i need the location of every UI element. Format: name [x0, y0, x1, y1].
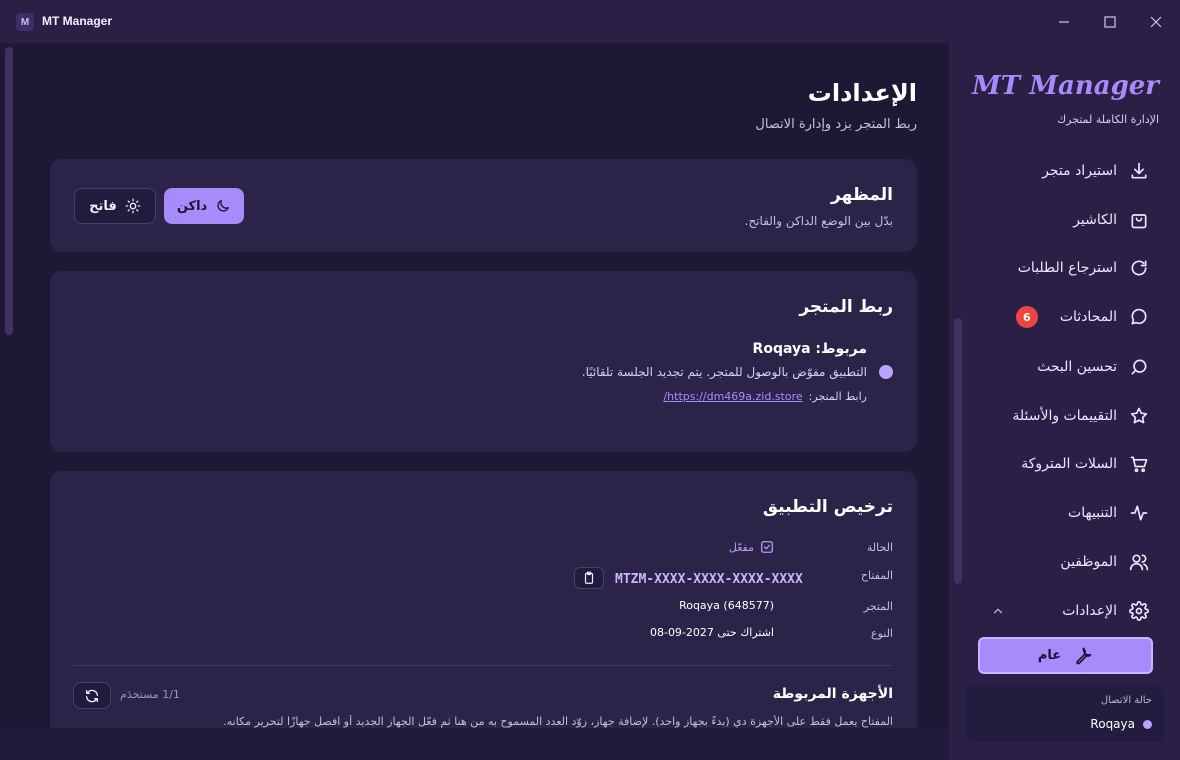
- devices-note: المفتاح يعمل فقط على الأجهزة دي (بدءً بج…: [223, 715, 893, 728]
- light-mode-label: فاتح: [89, 198, 117, 214]
- status-strip: [0, 728, 949, 760]
- maximize-button[interactable]: [1100, 12, 1120, 32]
- activity-icon: [1130, 505, 1148, 521]
- license-store-label: المتجر: [863, 600, 893, 613]
- store-link[interactable]: https://dm469a.zid.store/: [663, 390, 802, 403]
- connection-store: Roqaya: [1090, 717, 1152, 731]
- download-icon: [1131, 162, 1147, 179]
- license-divider: [73, 665, 893, 666]
- license-store-value: Roqaya (648577): [679, 599, 774, 612]
- sidebar-item-alerts[interactable]: التنبيهات: [969, 498, 1149, 528]
- shopping-bag-icon: [1131, 214, 1147, 229]
- connection-dot: [1143, 719, 1152, 729]
- store-status-title: مربوط: Roqaya: [752, 341, 867, 357]
- sidebar-item-reviews[interactable]: التقييمات والأسئلة: [969, 401, 1149, 431]
- app-logo-icon: M: [16, 13, 34, 31]
- sidebar-item-abandoned-carts[interactable]: السلات المتروكة: [969, 449, 1149, 479]
- star-icon: [1130, 407, 1148, 424]
- store-link-row: رابط المتجر: https://dm469a.zid.store/: [663, 390, 867, 403]
- light-mode-button[interactable]: فاتح: [74, 188, 156, 224]
- check-square-icon: [761, 541, 773, 553]
- close-button[interactable]: [1146, 12, 1166, 32]
- connection-status-label: حالة الاتصال: [1100, 695, 1152, 706]
- connected-status-dot: [879, 365, 893, 379]
- wrench-icon: [1076, 647, 1092, 664]
- minimize-button[interactable]: [1054, 12, 1074, 32]
- main-scrollbar[interactable]: [5, 47, 13, 335]
- dark-mode-button[interactable]: داكن: [164, 188, 244, 224]
- sidebar: MT Manager الإدارة الكاملة لمتجرك استيرا…: [949, 43, 1180, 760]
- window-title: MT Manager: [42, 14, 113, 28]
- devices-title: الأجهزة المربوطة: [772, 686, 893, 702]
- appearance-title: المظهر: [831, 185, 893, 205]
- refresh-devices-button[interactable]: [73, 682, 111, 709]
- sidebar-item-employees[interactable]: الموظفين: [969, 547, 1149, 577]
- users-icon: [1129, 554, 1149, 571]
- refresh-icon: [86, 689, 98, 702]
- license-card: ترخيص التطبيق الحالة مفعّل المفتاح MTZM-…: [50, 471, 917, 728]
- copy-key-button[interactable]: [574, 567, 604, 589]
- conversations-badge: 6: [1015, 306, 1038, 328]
- dark-mode-label: داكن: [176, 198, 208, 214]
- chevron-up-icon[interactable]: [991, 604, 1005, 618]
- store-title: ربط المتجر: [799, 297, 893, 317]
- cart-icon: [1130, 456, 1148, 473]
- sun-icon: [125, 198, 141, 214]
- title-bar: M MT Manager: [0, 0, 1180, 43]
- refresh-icon: [1131, 260, 1147, 276]
- sidebar-item-import-store[interactable]: استيراد متجر: [969, 156, 1149, 186]
- main-content[interactable]: الإعدادات ربط المتجر بزد وإدارة الاتصال …: [0, 43, 949, 728]
- appearance-description: بدّل بين الوضع الداكن والفاتح.: [744, 214, 893, 228]
- license-status-value: مفعّل: [729, 540, 774, 554]
- chat-icon: [1131, 308, 1147, 325]
- connection-status-box: حالة الاتصال Roqaya: [965, 685, 1164, 742]
- clipboard-icon: [584, 571, 594, 584]
- sidebar-item-conversations[interactable]: المحادثات 6: [969, 302, 1149, 332]
- appearance-card: المظهر بدّل بين الوضع الداكن والفاتح. دا…: [50, 159, 917, 252]
- moon-icon: [217, 200, 230, 212]
- sidebar-item-search-optimization[interactable]: تحسين البحث: [969, 352, 1149, 382]
- search-circle-icon: [1131, 359, 1147, 375]
- sidebar-subitem-general[interactable]: عام: [978, 637, 1153, 674]
- sidebar-item-cashier[interactable]: الكاشير: [969, 205, 1149, 235]
- sidebar-scrollbar[interactable]: [954, 318, 962, 584]
- license-key-label: المفتاح: [860, 569, 893, 582]
- brand-logo: MT Manager: [972, 71, 1159, 101]
- page-subtitle: ربط المتجر بزد وإدارة الاتصال: [755, 117, 917, 132]
- license-type-value: اشتراك حتى 2027-09-08: [649, 626, 774, 639]
- store-status-description: التطبيق مفوّض بالوصول للمتجر. يتم تجديد …: [581, 365, 867, 379]
- gear-icon: [1129, 601, 1149, 621]
- page-title: الإعدادات: [807, 79, 917, 107]
- license-key-value: MTZM-XXXX-XXXX-XXXX-XXXX: [615, 572, 803, 587]
- license-title: ترخيص التطبيق: [762, 497, 893, 517]
- store-link-card: ربط المتجر مربوط: Roqaya التطبيق مفوّض ب…: [50, 271, 917, 452]
- license-type-label: النوع: [871, 627, 893, 640]
- devices-count: 1/1 مستخدَم: [120, 688, 180, 701]
- brand-subtitle: الإدارة الكاملة لمتجرك: [1057, 113, 1159, 126]
- store-link-label: رابط المتجر:: [808, 390, 867, 403]
- license-status-label: الحالة: [866, 541, 893, 554]
- sidebar-item-order-returns[interactable]: استرجاع الطلبات: [969, 253, 1149, 283]
